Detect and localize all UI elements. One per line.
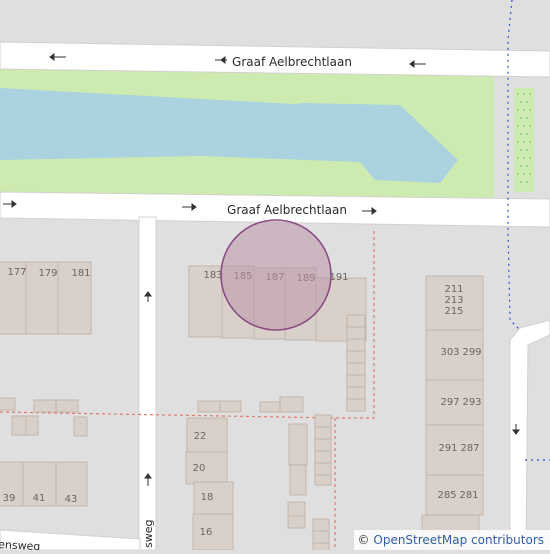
- house-number: 18: [201, 492, 214, 503]
- house-number: 177: [7, 267, 26, 278]
- house-number: 16: [200, 527, 213, 538]
- house-number: 281: [459, 490, 478, 501]
- house-number: 285: [437, 490, 456, 501]
- hedge-area: [514, 88, 534, 192]
- house-number: 297: [440, 397, 459, 408]
- house-number: 43: [65, 494, 78, 505]
- house-number: 299: [462, 347, 481, 358]
- map-canvas[interactable]: 177 179 181 183 185 187 189 191 211 213 …: [0, 0, 550, 550]
- attribution: © OpenStreetMap contributors: [354, 530, 550, 550]
- house-number: 211: [444, 284, 463, 295]
- street-label-north: Graaf Aelbrechtlaan: [232, 55, 352, 69]
- street-label-bottom-left: ensweg: [0, 538, 41, 550]
- copyright-symbol: ©: [358, 533, 370, 547]
- house-number: 191: [329, 272, 348, 283]
- house-number: 179: [38, 268, 57, 279]
- house-number: 213: [444, 295, 463, 306]
- road-vertical-left[interactable]: [139, 217, 156, 550]
- house-number: 291: [438, 443, 457, 454]
- house-number: 41: [33, 493, 46, 504]
- house-number: 20: [193, 463, 206, 474]
- house-number: 22: [194, 431, 207, 442]
- house-number: 287: [460, 443, 479, 454]
- house-number: 293: [462, 397, 481, 408]
- attribution-link[interactable]: OpenStreetMap contributors: [373, 533, 544, 547]
- street-label-south: Graaf Aelbrechtlaan: [227, 203, 347, 217]
- house-number: 181: [71, 268, 90, 279]
- house-number: 215: [444, 306, 463, 317]
- house-number: 183: [203, 270, 222, 281]
- house-number: 303: [440, 347, 459, 358]
- street-label-vertical: sweg: [142, 520, 155, 548]
- house-number: 39: [3, 493, 16, 504]
- location-marker[interactable]: [221, 220, 331, 330]
